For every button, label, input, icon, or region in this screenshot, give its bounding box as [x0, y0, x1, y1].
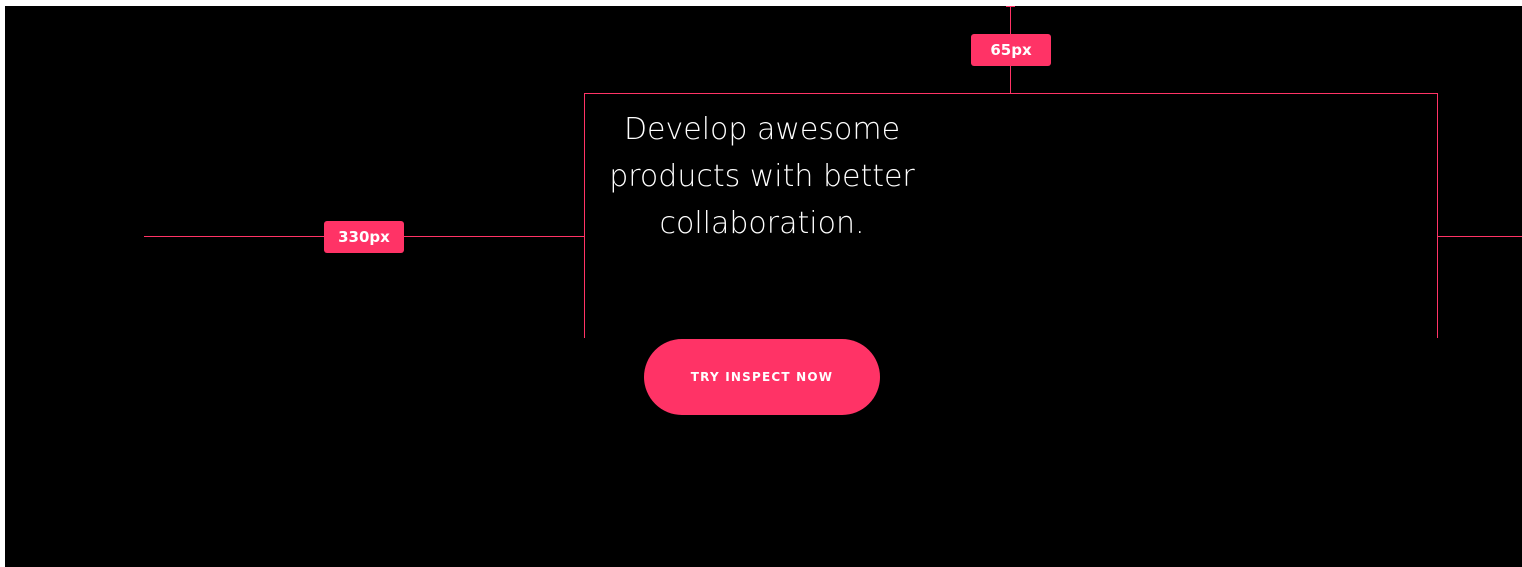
left-spacing-badge: 330px: [324, 221, 404, 253]
try-inspect-now-button[interactable]: TRY INSPECT NOW: [644, 339, 880, 415]
element-outline-right: [1437, 93, 1438, 338]
element-outline-left: [584, 93, 585, 338]
hero-headline: Develop awesome products with better col…: [609, 112, 915, 241]
top-spacing-line-cap: [1006, 6, 1015, 7]
right-spacing-line: [1438, 236, 1522, 237]
element-outline-top: [584, 93, 1438, 94]
hero-section: 65px 330px Develop awesome products with…: [5, 6, 1522, 567]
top-spacing-badge: 65px: [971, 34, 1051, 66]
